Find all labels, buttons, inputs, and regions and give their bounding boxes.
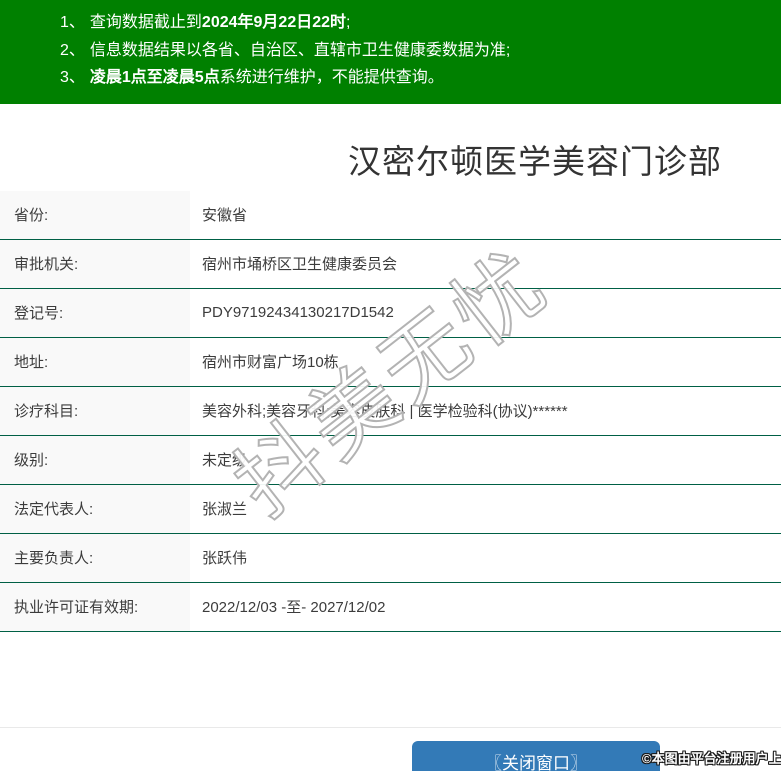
- notice-number: 2、: [60, 41, 85, 59]
- row-value: 安徽省: [202, 207, 248, 224]
- row-value: 张淑兰: [202, 501, 248, 518]
- notice-text: 系统进行维护，不能提供查询。: [219, 69, 444, 86]
- row-value: PDY97192434130217D1542: [202, 304, 394, 321]
- row-value: 未定级: [202, 452, 248, 469]
- notice-text-bold: 2024年9月22日22时: [201, 14, 347, 31]
- notice-line-3: 3、 凌晨1点至凌晨5点系统进行维护，不能提供查询。: [60, 64, 771, 92]
- clinic-name-title: 汉密尔顿医学美容门诊部: [348, 142, 722, 180]
- notice-number: 3、: [60, 69, 85, 86]
- table-row-approval-authority: 审批机关: 宿州市埇桥区卫生健康委员会: [0, 239, 781, 289]
- row-label: 审批机关:: [0, 239, 190, 288]
- info-table: 省份: 安徽省 审批机关: 宿州市埇桥区卫生健康委员会 登记号: PDY9719…: [0, 190, 781, 632]
- close-window-button[interactable]: 〖关闭窗口〗: [412, 741, 660, 771]
- notice-number: 1、: [60, 14, 85, 31]
- table-row-medical-subjects: 诊疗科目: 美容外科;美容牙科;美容皮肤科 | 医学检验科(协议)******: [0, 386, 781, 436]
- row-value: 宿州市埇桥区卫生健康委员会: [202, 256, 398, 273]
- table-row-legal-representative: 法定代表人: 张淑兰: [0, 484, 781, 534]
- table-row-province: 省份: 安徽省: [0, 190, 781, 240]
- blank-spacer: [0, 632, 781, 727]
- row-label: 地址:: [0, 337, 190, 386]
- row-value: 2022/12/03 -至- 2027/12/02: [202, 599, 386, 616]
- table-row-principal: 主要负责人: 张跃伟: [0, 533, 781, 583]
- title-container: 汉密尔顿医学美容门诊部: [0, 104, 781, 191]
- row-value: 宿州市财富广场10栋: [202, 354, 339, 371]
- row-label: 省份:: [0, 190, 190, 239]
- row-label: 级别:: [0, 435, 190, 484]
- notice-text: ;: [346, 14, 351, 31]
- row-label: 执业许可证有效期:: [0, 582, 190, 631]
- row-label: 法定代表人:: [0, 484, 190, 533]
- notice-line-1: 1、 查询数据截止到2024年9月22日22时;: [60, 9, 771, 37]
- notice-banner: 1、 查询数据截止到2024年9月22日22时; 2、 信息数据结果以各省、自治区、…: [0, 0, 781, 104]
- row-value: 张跃伟: [202, 550, 248, 567]
- notice-line-2: 2、 信息数据结果以各省、自治区、直辖市卫生健康委数据为准;: [60, 37, 771, 65]
- row-label: 登记号:: [0, 288, 190, 337]
- notice-text: 查询数据截止到: [89, 14, 202, 31]
- row-label: 主要负责人:: [0, 533, 190, 582]
- table-row-address: 地址: 宿州市财富广场10栋: [0, 337, 781, 387]
- notice-text-bold: 凌晨1点至凌晨5点: [89, 69, 220, 86]
- table-row-license-validity: 执业许可证有效期: 2022/12/03 -至- 2027/12/02: [0, 582, 781, 632]
- table-row-level: 级别: 未定级: [0, 435, 781, 485]
- clinic-info-page: 1、 查询数据截止到2024年9月22日22时; 2、 信息数据结果以各省、自治区、…: [0, 0, 781, 771]
- table-row-registration-number: 登记号: PDY97192434130217D1542: [0, 288, 781, 338]
- upload-attribution: ©本图由平台注册用户上传: [642, 751, 781, 766]
- row-label: 诊疗科目:: [0, 386, 190, 435]
- notice-text: 信息数据结果以各省、自治区、直辖市卫生健康委数据为准;: [89, 41, 511, 59]
- row-value: 美容外科;美容牙科;美容皮肤科 | 医学检验科(协议)******: [202, 403, 568, 420]
